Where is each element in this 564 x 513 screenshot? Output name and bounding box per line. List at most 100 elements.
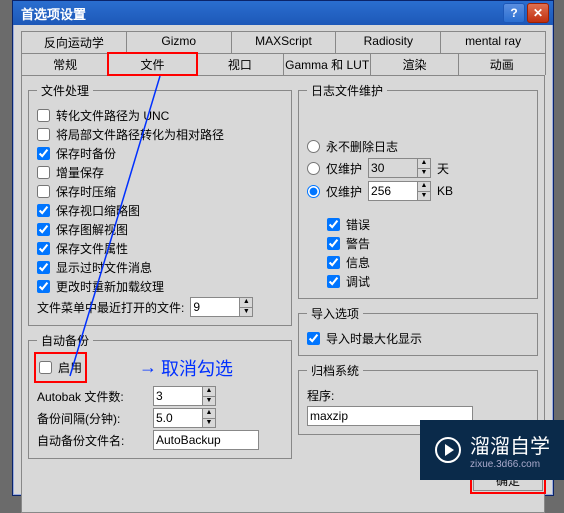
tab-general[interactable]: 常规: [21, 53, 109, 75]
import-maximize-label: 导入时最大化显示: [326, 330, 422, 347]
file-handling-item[interactable]: 保存时备份: [37, 145, 283, 162]
log-maint-days-radio[interactable]: [307, 162, 320, 175]
tab-files[interactable]: 文件: [108, 53, 196, 75]
file-handling-label: 保存视口缩略图: [56, 202, 140, 219]
watermark: 溜溜自学 zixue.3d66.com: [420, 420, 564, 480]
file-handling-item[interactable]: 更改时重新加载纹理: [37, 278, 283, 295]
recent-files-spinner[interactable]: ▲▼: [240, 297, 253, 317]
auto-backup-row-spinner[interactable]: ▲▼: [203, 386, 216, 406]
file-handling-label: 转化文件路径为 UNC: [56, 107, 169, 124]
recent-files-input[interactable]: [190, 297, 240, 317]
log-check-label: 信息: [346, 254, 370, 271]
auto-backup-row-label: Autobak 文件数:: [37, 388, 147, 405]
import-opts-group: 导入选项 导入时最大化显示: [298, 305, 538, 356]
file-handling-checkbox[interactable]: [37, 109, 50, 122]
tabs: 反向运动学 Gizmo MAXScript Radiosity mental r…: [21, 31, 545, 75]
log-check-item[interactable]: 错误: [327, 216, 529, 233]
tab-render[interactable]: 渲染: [370, 53, 458, 75]
log-check-checkbox[interactable]: [327, 256, 340, 269]
titlebar[interactable]: 首选项设置 ? ✕: [13, 1, 553, 25]
auto-backup-row-input[interactable]: [153, 386, 203, 406]
file-handling-checkbox[interactable]: [37, 204, 50, 217]
tab-viewport[interactable]: 视口: [196, 53, 284, 75]
watermark-brand: 溜溜自学: [470, 436, 550, 458]
file-handling-checkbox[interactable]: [37, 261, 50, 274]
file-handling-label: 保存图解视图: [56, 221, 128, 238]
auto-backup-name-input[interactable]: [153, 430, 259, 450]
tabrow-2: 常规 文件 视口 Gamma 和 LUT 渲染 动画: [21, 53, 545, 75]
file-handling-checkbox[interactable]: [37, 147, 50, 160]
auto-backup-row-input[interactable]: [153, 408, 203, 428]
file-handling-checkbox[interactable]: [37, 280, 50, 293]
file-handling-checkbox[interactable]: [37, 128, 50, 141]
file-handling-item[interactable]: 转化文件路径为 UNC: [37, 107, 283, 124]
help-button[interactable]: ?: [503, 3, 525, 23]
auto-backup-row-spinner[interactable]: ▲▼: [203, 408, 216, 428]
file-handling-item[interactable]: 保存视口缩略图: [37, 202, 283, 219]
log-maint-days-input[interactable]: [368, 158, 418, 178]
tab-mentalray[interactable]: mental ray: [440, 31, 546, 53]
file-handling-group: 文件处理 转化文件路径为 UNC 将局部文件路径转化为相对路径保存时备份增量保存保…: [28, 82, 292, 326]
import-maximize-row[interactable]: 导入时最大化显示: [307, 330, 529, 347]
auto-backup-name-label: 自动备份文件名:: [37, 432, 147, 449]
file-handling-checkbox[interactable]: [37, 242, 50, 255]
log-check-checkbox[interactable]: [327, 218, 340, 231]
file-handling-label: 保存文件属性: [56, 240, 128, 257]
log-check-label: 错误: [346, 216, 370, 233]
auto-backup-row-label: 备份间隔(分钟):: [37, 410, 147, 427]
file-handling-item[interactable]: 增量保存: [37, 164, 283, 181]
log-maint-legend: 日志文件维护: [307, 82, 387, 99]
tab-gizmo[interactable]: Gizmo: [126, 31, 232, 53]
tab-gamma[interactable]: Gamma 和 LUT: [283, 53, 371, 75]
file-handling-item[interactable]: 显示过时文件消息: [37, 259, 283, 276]
file-handling-legend: 文件处理: [37, 82, 93, 99]
file-handling-label: 保存时压缩: [56, 183, 116, 200]
log-never-label: 永不删除日志: [326, 138, 398, 155]
log-maint-kb-unit: KB: [437, 184, 453, 198]
log-maint-days-label: 仅维护: [326, 160, 362, 177]
log-check-item[interactable]: 信息: [327, 254, 529, 271]
tab-radiosity[interactable]: Radiosity: [335, 31, 441, 53]
file-handling-label: 更改时重新加载纹理: [56, 278, 164, 295]
log-check-item[interactable]: 警告: [327, 235, 529, 252]
log-maint-group: 日志文件维护 永不删除日志 仅维护 ▲▼ 天 仅维护: [298, 82, 538, 299]
log-maint-kb-input[interactable]: [368, 181, 418, 201]
auto-backup-group: 自动备份 启用 → 取消勾选 Autobak 文件数:▲▼备份间隔(分钟):▲▼…: [28, 332, 292, 459]
file-handling-item[interactable]: 将局部文件路径转化为相对路径: [37, 126, 283, 143]
log-check-label: 调试: [346, 273, 370, 290]
file-handling-item[interactable]: 保存时压缩: [37, 183, 283, 200]
watermark-play-icon: [434, 436, 462, 464]
file-handling-label: 增量保存: [56, 164, 104, 181]
file-handling-item[interactable]: 保存图解视图: [37, 221, 283, 238]
log-check-checkbox[interactable]: [327, 237, 340, 250]
log-maint-kb-spinner[interactable]: ▲▼: [418, 181, 431, 201]
file-handling-label: 将局部文件路径转化为相对路径: [56, 126, 224, 143]
import-opts-legend: 导入选项: [307, 305, 363, 322]
auto-backup-enable-row[interactable]: 启用: [39, 359, 82, 376]
watermark-sub: zixue.3d66.com: [470, 459, 550, 470]
archive-prog-label: 程序:: [307, 387, 334, 404]
file-handling-checkbox[interactable]: [37, 166, 50, 179]
log-maint-days-unit: 天: [437, 160, 449, 177]
auto-backup-enable-checkbox[interactable]: [39, 361, 52, 374]
log-check-checkbox[interactable]: [327, 275, 340, 288]
log-check-item[interactable]: 调试: [327, 273, 529, 290]
file-handling-item[interactable]: 保存文件属性: [37, 240, 283, 257]
import-maximize-checkbox[interactable]: [307, 332, 320, 345]
auto-backup-legend: 自动备份: [37, 332, 93, 349]
log-maint-kb-label: 仅维护: [326, 183, 362, 200]
log-never-radio[interactable]: [307, 140, 320, 153]
file-handling-checkbox[interactable]: [37, 185, 50, 198]
log-check-label: 警告: [346, 235, 370, 252]
file-handling-checkbox[interactable]: [37, 223, 50, 236]
annotation-text: 取消勾选: [161, 355, 233, 381]
file-handling-label: 显示过时文件消息: [56, 259, 152, 276]
tab-maxscript[interactable]: MAXScript: [231, 31, 337, 53]
close-button[interactable]: ✕: [527, 3, 549, 23]
file-handling-label: 保存时备份: [56, 145, 116, 162]
tab-anim[interactable]: 动画: [458, 53, 546, 75]
tab-ik[interactable]: 反向运动学: [21, 31, 127, 53]
log-maint-days-spinner[interactable]: ▲▼: [418, 158, 431, 178]
log-maint-kb-radio[interactable]: [307, 185, 320, 198]
window-title: 首选项设置: [17, 4, 501, 23]
